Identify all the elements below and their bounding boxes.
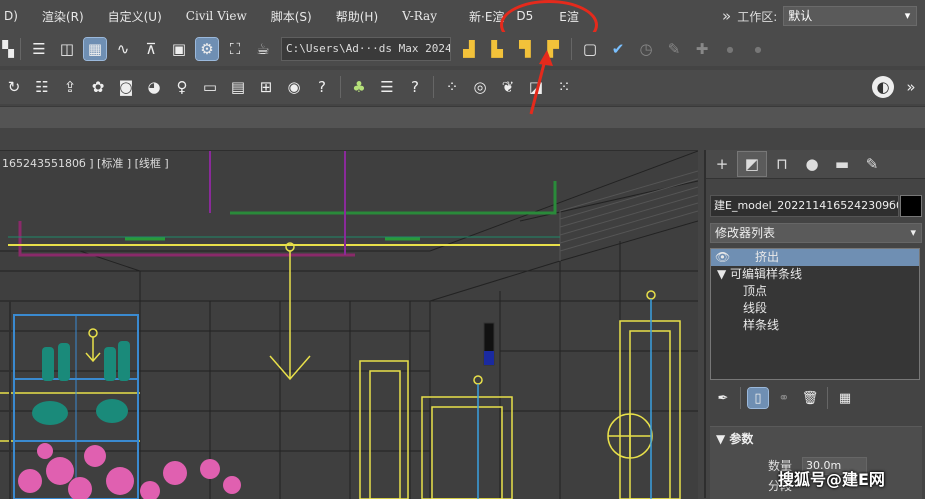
motion-tab-icon[interactable]: ● <box>798 152 826 176</box>
stack-item-label: ▼ 可编辑样条线 <box>717 267 803 281</box>
erender-submit-icon[interactable]: ▙ <box>486 38 508 60</box>
snap-icon[interactable]: ▚ <box>2 38 14 60</box>
make-unique-icon[interactable]: ⚭ <box>774 388 794 408</box>
stack-item-label: 样条线 <box>743 318 780 332</box>
toolbar-separator <box>20 38 21 60</box>
command-panel: + ◩ ⊓ ● ▬ ✎ 建E_model_2022114165242309б0 … <box>704 150 925 499</box>
stack-item-editable-spline[interactable]: ▼ 可编辑样条线 <box>711 266 919 283</box>
render-setup-icon[interactable]: ⚙ <box>195 37 219 61</box>
scene-explorer-icon[interactable]: ☰ <box>28 38 50 60</box>
menu-item-civil-view[interactable]: Civil View <box>174 9 259 23</box>
menu-item-customize[interactable]: 自定义(U) <box>96 8 174 25</box>
toolbar-separator <box>433 76 434 98</box>
dot-icon: ● <box>754 44 762 54</box>
scatter-icon[interactable]: ⁘ <box>441 76 463 98</box>
viewport-label[interactable]: 16524355180б ] [标准 ] [线框 ] <box>2 155 169 171</box>
modifier-stack: 👁 挤出 ▼ 可编辑样条线 顶点 线段 样条线 <box>710 248 920 380</box>
erender-upload-icon[interactable]: ▟ <box>458 38 480 60</box>
palette-icon[interactable]: ◕ <box>143 76 165 98</box>
panel-icon[interactable]: ▭ <box>199 76 221 98</box>
stack-tools: ✒ ▯ ⚭ 🗑 ▦ <box>710 386 922 410</box>
menu-bar: D) 渲染(R) 自定义(U) Civil View 脚本(S) 帮助(H) V… <box>0 0 925 32</box>
tree-icon[interactable]: ♣ <box>348 76 370 98</box>
main-toolbar: ▚ ☰ ◫ ▦ ∿ ⊼ ▣ ⚙ ⛶ ☕ C:\Users\Ad···ds Max… <box>0 32 925 66</box>
panel-right-icon[interactable]: ▤ <box>227 76 249 98</box>
menu-item-script[interactable]: 脚本(S) <box>259 8 324 25</box>
menu-item-help[interactable]: 帮助(H) <box>324 8 390 25</box>
schematic-view-icon[interactable]: ⊼ <box>140 38 162 60</box>
curve-editor-icon[interactable]: ∿ <box>112 38 134 60</box>
upload-icon[interactable]: ⇪ <box>59 76 81 98</box>
render-production-icon[interactable]: ☕ <box>252 38 274 60</box>
ribbon-strip <box>0 106 925 129</box>
rollout-title[interactable]: ▼ 参数 <box>710 427 922 450</box>
modifier-list-dropdown[interactable]: 修改器列表 <box>710 223 922 243</box>
watermark: 搜狐号@建E网 <box>778 470 885 489</box>
forest-icon[interactable]: ❦ <box>497 76 519 98</box>
refresh-icon[interactable]: ↻ <box>3 76 25 98</box>
pin-stack-icon[interactable]: ✒ <box>713 388 733 408</box>
help-circle-icon[interactable]: ? <box>404 76 426 98</box>
material-editor-icon[interactable]: ▣ <box>168 38 190 60</box>
clock-icon[interactable]: ◷ <box>635 38 657 60</box>
toolbar-separator <box>571 38 572 60</box>
wrench-icon[interactable]: ✎ <box>663 38 685 60</box>
modify-tab-icon[interactable]: ◩ <box>737 151 767 177</box>
cube-icon[interactable]: ◙ <box>115 76 137 98</box>
layer-explorer-icon[interactable]: ◫ <box>56 38 78 60</box>
stack-item-spline[interactable]: 样条线 <box>711 317 919 334</box>
show-end-result-icon[interactable]: ▯ <box>747 387 769 409</box>
bulb-icon[interactable]: ♀ <box>171 76 193 98</box>
command-panel-tabs: + ◩ ⊓ ● ▬ ✎ <box>706 150 925 179</box>
dot-icon: ● <box>726 44 734 54</box>
workspace-label: 工作区: <box>737 9 778 24</box>
stack-item-vertex[interactable]: 顶点 <box>711 283 919 300</box>
workspace-selector: » 工作区: 默认 <box>722 6 918 26</box>
project-path-dropdown[interactable]: C:\Users\Ad···ds Max 2024 ▾ <box>281 37 451 61</box>
display-tab-icon[interactable]: ▬ <box>828 152 856 176</box>
notes-icon[interactable]: ☰ <box>376 76 398 98</box>
check-icon[interactable]: ✔ <box>607 38 629 60</box>
menu-item-render[interactable]: 渲染(R) <box>30 8 96 25</box>
menu-item-prev[interactable]: D) <box>0 9 30 23</box>
menu-item-vray[interactable]: V-Ray <box>390 9 449 23</box>
rendered-frame-icon[interactable]: ⛶ <box>224 38 246 60</box>
wireframe-scene <box>0 151 698 499</box>
remove-modifier-icon[interactable]: 🗑 <box>800 388 820 408</box>
toggle-ribbon-icon[interactable]: ▦ <box>83 37 107 61</box>
blocks-icon[interactable]: ⁙ <box>553 76 575 98</box>
ribbon-gap <box>0 128 925 146</box>
toolbar-separator <box>340 76 341 98</box>
create-tab-icon[interactable]: + <box>708 152 736 176</box>
eye-icon[interactable]: 👁 <box>715 249 730 266</box>
stack-item-segment[interactable]: 线段 <box>711 300 919 317</box>
gear-icon[interactable]: ✿ <box>87 76 109 98</box>
list-icon[interactable]: ☷ <box>31 76 53 98</box>
eye-icon[interactable]: ◉ <box>283 76 305 98</box>
stack-item-label: 顶点 <box>743 284 768 298</box>
plugin-icon[interactable]: ✚ <box>691 38 713 60</box>
workspace-dropdown[interactable]: 默认 <box>783 6 918 26</box>
stack-item-extrude[interactable]: 👁 挤出 <box>711 249 919 266</box>
grid-icon[interactable]: ⊞ <box>255 76 277 98</box>
plugin-toolbar: ↻ ☷ ⇪ ✿ ◙ ◕ ♀ ▭ ▤ ⊞ ◉ ? ♣ ☰ ? ⁘ ◎ ❦ ◪ ⁙ … <box>0 70 925 104</box>
toolbar-separator <box>740 387 741 409</box>
perspective-viewport[interactable]: 16524355180б ] [标准 ] [线框 ] <box>0 150 698 499</box>
configure-sets-icon[interactable]: ▦ <box>835 388 855 408</box>
menu-overflow-icon[interactable]: » <box>722 7 731 25</box>
annotation-arrow <box>529 50 553 115</box>
toolbar-separator <box>827 387 828 409</box>
hierarchy-tab-icon[interactable]: ⊓ <box>768 152 796 176</box>
help-icon[interactable]: ? <box>311 76 333 98</box>
target-icon[interactable]: ◎ <box>469 76 491 98</box>
utilities-tab-icon[interactable]: ✎ <box>858 152 886 176</box>
object-color-swatch[interactable] <box>900 195 922 217</box>
render-circle-icon[interactable]: ◐ <box>872 76 894 98</box>
overflow-icon[interactable]: » <box>900 76 922 98</box>
save-icon[interactable]: ▢ <box>579 38 601 60</box>
object-name-field[interactable]: 建E_model_2022114165242309б0 <box>710 195 899 217</box>
stack-item-label: 线段 <box>743 301 768 315</box>
